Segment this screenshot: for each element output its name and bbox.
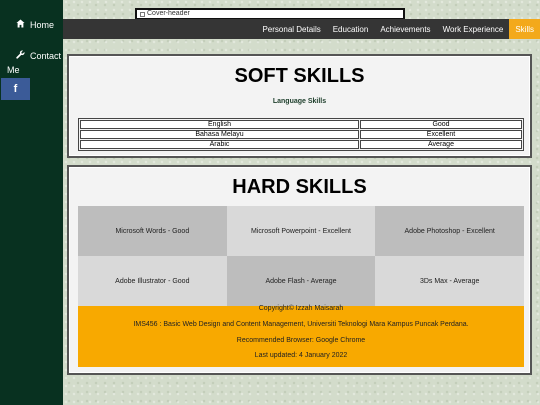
level-cell: Excellent	[360, 130, 522, 139]
level-cell: Average	[360, 140, 522, 149]
facebook-button[interactable]: f	[1, 78, 30, 100]
hard-skills-grid: Microsoft Words - Good Microsoft Powerpo…	[78, 206, 524, 306]
nav-skills[interactable]: Skills	[509, 19, 540, 39]
sidebar: Home Contact Me f	[0, 0, 63, 405]
footer-updated: Last updated: 4 January 2022	[254, 352, 348, 359]
footer-course: IMS456 : Basic Web Design and Content Ma…	[133, 321, 469, 328]
home-link[interactable]: Home	[16, 19, 54, 30]
footer-browser: Recommended Browser: Google Chrome	[236, 337, 366, 344]
language-cell: English	[80, 120, 359, 129]
skill-cell: Adobe Illustrator - Good	[78, 256, 227, 306]
soft-skills-panel: SOFT SKILLS Language Skills English Good…	[67, 54, 532, 158]
skill-cell: Adobe Flash - Average	[226, 256, 376, 306]
soft-skills-title: SOFT SKILLS	[234, 65, 365, 87]
level-cell: Good	[360, 120, 522, 129]
contact-label: Contact	[30, 50, 62, 61]
nav-personal-details[interactable]: Personal Details	[256, 19, 326, 39]
nav-work-experience[interactable]: Work Experience	[437, 19, 510, 39]
home-label: Home	[30, 19, 55, 30]
contact-link[interactable]: Contact	[16, 50, 61, 61]
footer: Copyright© Izzah Maisarah IMS456 : Basic…	[78, 305, 524, 367]
broken-image-icon	[140, 11, 145, 17]
table-row: Bahasa Melayu Excellent	[80, 130, 522, 139]
top-navigation: Personal Details Education Achievements …	[63, 19, 540, 39]
language-skills-heading: Language Skills	[272, 98, 327, 105]
skill-cell: 3Ds Max - Average	[375, 256, 524, 306]
skill-cell: Adobe Photoshop - Excellent	[375, 206, 524, 256]
facebook-icon: f	[13, 83, 18, 95]
nav-education[interactable]: Education	[327, 19, 375, 39]
wrench-icon	[16, 50, 25, 61]
contact-label-wrap[interactable]: Me	[7, 65, 20, 75]
nav-achievements[interactable]: Achievements	[374, 19, 436, 39]
footer-copyright: Copyright© Izzah Maisarah	[258, 305, 344, 312]
hard-skills-title: HARD SKILLS	[232, 176, 367, 198]
language-skills-table: English Good Bahasa Melayu Excellent Ara…	[78, 118, 524, 151]
table-row: Arabic Average	[80, 140, 522, 149]
skill-cell: Microsoft Words - Good	[78, 206, 227, 256]
hard-skills-panel: HARD SKILLS Microsoft Words - Good Micro…	[67, 165, 532, 375]
language-cell: Bahasa Melayu	[80, 130, 359, 139]
skill-cell: Microsoft Powerpoint - Excellent	[226, 206, 376, 256]
cover-alt-text: Cover-header	[147, 10, 190, 17]
home-icon	[16, 19, 25, 30]
table-row: English Good	[80, 120, 522, 129]
language-cell: Arabic	[80, 140, 359, 149]
